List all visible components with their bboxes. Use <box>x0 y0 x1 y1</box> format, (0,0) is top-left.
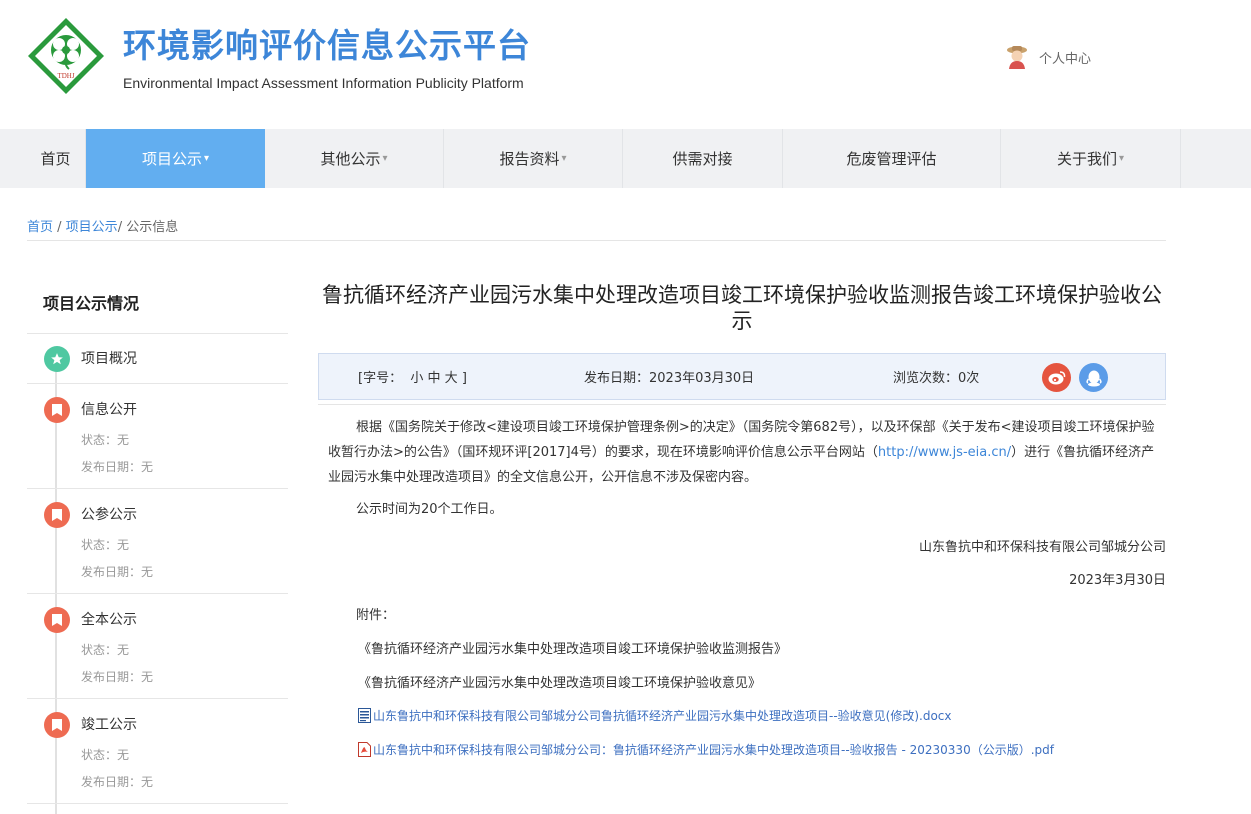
divider <box>27 803 288 804</box>
attachment-link-pdf[interactable]: 山东鲁抗中和环保科技有限公司邹城分公司：鲁抗循环经济产业园污水集中处理改造项目-… <box>358 741 1054 758</box>
breadcrumb: 首页 / 项目公示/ 公示信息 <box>27 216 178 235</box>
website-link[interactable]: http://www.js-eia.cn/ <box>878 445 1011 460</box>
qq-share-icon[interactable] <box>1079 363 1108 392</box>
divider <box>27 240 1166 241</box>
article-title: 鲁抗循环经济产业园污水集中处理改造项目竣工环境保护验收监测报告竣工环境保护验收公… <box>322 283 1162 333</box>
weibo-share-icon[interactable] <box>1042 363 1071 392</box>
nav-about[interactable]: 关于我们 ▾ <box>1001 129 1181 188</box>
font-size-switcher: [字号： 小 中 大 ] <box>358 367 467 386</box>
attachment-title: 《鲁抗循环经济产业园污水集中处理改造项目竣工环境保护验收监测报告》 <box>358 642 788 657</box>
article-paragraph: 根据《国务院关于修改<建设项目竣工环境保护管理条例>的决定》（国务院令第682号… <box>328 415 1166 490</box>
breadcrumb-current: 公示信息 <box>126 220 179 235</box>
publish-date-text: 发布日期：无 <box>81 775 154 789</box>
publish-date-text: 发布日期：无 <box>81 460 154 474</box>
bookmark-icon <box>44 712 70 738</box>
sidebar-item-full-text[interactable]: 全本公示 状态：无 发布日期：无 <box>27 594 288 699</box>
attachments-label: 附件： <box>356 608 396 623</box>
attachment-filename: 山东鲁抗中和环保科技有限公司邹城分公司：鲁抗循环经济产业园污水集中处理改造项目-… <box>373 743 1054 757</box>
star-icon <box>44 346 70 372</box>
publish-date-text: 发布日期：无 <box>81 670 154 684</box>
sidebar-item-label: 项目概况 <box>81 351 137 367</box>
nav-home-label: 首页 <box>40 150 71 168</box>
status-text: 状态：无 <box>81 748 130 762</box>
signer: 山东鲁抗中和环保科技有限公司邹城分公司 <box>918 540 1166 555</box>
user-avatar-icon <box>1007 46 1027 69</box>
sidebar-title: 项目公示情况 <box>43 294 140 313</box>
pdf-file-icon <box>358 742 371 757</box>
nav-supply-demand-label: 供需对接 <box>672 150 733 168</box>
nav-hazardous-waste-label: 危废管理评估 <box>846 150 937 168</box>
sidebar-item-label: 公参公示 <box>81 507 137 523</box>
svg-text:TDHJ: TDHJ <box>57 72 74 80</box>
nav-project-publicity-label: 项目公示 <box>141 150 202 168</box>
sidebar-item-label: 信息公开 <box>81 402 137 418</box>
divider <box>318 404 1166 405</box>
breadcrumb-section[interactable]: 项目公示 <box>66 220 118 235</box>
nav-hazardous-waste[interactable]: 危废管理评估 <box>783 129 1001 188</box>
chevron-down-icon: ▾ <box>203 153 210 164</box>
bookmark-icon <box>44 502 70 528</box>
sign-date: 2023年3月30日 <box>1069 573 1166 588</box>
bookmark-icon <box>44 397 70 423</box>
sidebar-item-overview[interactable]: 项目概况 <box>27 333 288 384</box>
breadcrumb-separator: / <box>53 220 66 235</box>
word-file-icon <box>358 708 371 723</box>
chevron-down-icon: ▾ <box>382 153 388 164</box>
site-subtitle: Environmental Impact Assessment Informat… <box>123 75 524 91</box>
sidebar-item-label: 竣工公示 <box>81 717 137 733</box>
article-info-bar: [字号： 小 中 大 ] 发布日期：2023年03月30日 浏览次数：0次 <box>318 353 1166 400</box>
nav-about-label: 关于我们 <box>1056 150 1117 168</box>
attachment-filename: 山东鲁抗中和环保科技有限公司邹城分公司鲁抗循环经济产业园污水集中处理改造项目--… <box>373 709 952 723</box>
breadcrumb-separator: / <box>117 220 127 235</box>
nav-project-publicity[interactable]: 项目公示 ▾ <box>86 129 265 188</box>
nav-other-publicity[interactable]: 其他公示 ▾ <box>265 129 444 188</box>
view-count: 浏览次数：0次 <box>893 371 980 386</box>
bookmark-icon <box>44 607 70 633</box>
status-text: 状态：无 <box>81 538 130 552</box>
main-nav: 首页 项目公示 ▾ 其他公示 ▾ 报告资料 ▾ 供需对接 危废管理评估 关于我们 ▾ <box>0 129 1251 188</box>
nav-reports-label: 报告资料 <box>499 150 560 168</box>
sidebar-item-completion[interactable]: 竣工公示 状态：无 发布日期：无 <box>27 699 288 804</box>
article-paragraph: 公示时间为20个工作日。 <box>356 502 503 517</box>
user-center-link[interactable]: 个人中心 <box>1005 44 1091 70</box>
font-large-button[interactable]: 大 <box>445 371 458 386</box>
site-logo[interactable]: TDHJ <box>27 17 105 95</box>
nav-supply-demand[interactable]: 供需对接 <box>623 129 783 188</box>
publish-date-text: 发布日期：无 <box>81 565 154 579</box>
breadcrumb-home[interactable]: 首页 <box>27 220 53 235</box>
status-text: 状态：无 <box>81 643 130 657</box>
attachment-link-docx[interactable]: 山东鲁抗中和环保科技有限公司邹城分公司鲁抗循环经济产业园污水集中处理改造项目--… <box>358 707 952 724</box>
site-header: TDHJ 环境影响评价信息公示平台 Environmental Impact A… <box>0 0 1251 129</box>
font-small-button[interactable]: 小 <box>410 371 423 386</box>
sidebar-item-info-disclosure[interactable]: 信息公开 状态：无 发布日期：无 <box>27 384 288 489</box>
publish-date: 发布日期：2023年03月30日 <box>584 371 755 386</box>
nav-other-publicity-label: 其他公示 <box>320 150 381 168</box>
font-size-suffix: ] <box>461 371 467 386</box>
nav-reports[interactable]: 报告资料 ▾ <box>444 129 623 188</box>
user-center-label: 个人中心 <box>1039 51 1092 67</box>
status-text: 状态：无 <box>81 433 130 447</box>
sidebar-item-label: 全本公示 <box>81 612 137 628</box>
attachment-title: 《鲁抗循环经济产业园污水集中处理改造项目竣工环境保护验收意见》 <box>358 676 762 691</box>
sidebar-item-public-participation[interactable]: 公参公示 状态：无 发布日期：无 <box>27 489 288 594</box>
font-medium-button[interactable]: 中 <box>428 371 441 386</box>
site-title: 环境影响评价信息公示平台 <box>123 26 531 65</box>
chevron-down-icon: ▾ <box>561 153 567 164</box>
font-size-prefix: [字号： <box>358 371 403 386</box>
chevron-down-icon: ▾ <box>1118 153 1125 164</box>
nav-home[interactable]: 首页 <box>26 129 86 188</box>
